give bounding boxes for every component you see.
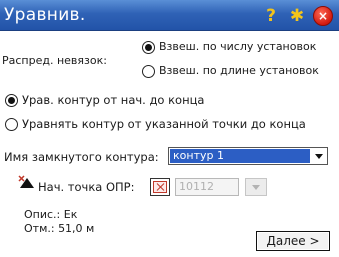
help-icon[interactable]: ? — [260, 5, 282, 27]
control-point-icon — [18, 175, 34, 188]
point-description: Опис.: Ек — [24, 208, 78, 221]
map-pick-icon — [153, 181, 167, 193]
distribution-option-count-label: Взвеш. по числу установок — [159, 40, 317, 53]
point-elevation: Отм.: 51,0 м — [24, 222, 95, 235]
star-icon[interactable]: ✱ — [286, 5, 308, 27]
loop-name-select[interactable]: контур 1 — [168, 147, 328, 165]
chevron-down-icon[interactable] — [245, 178, 267, 196]
distribution-option-length[interactable]: Взвеш. по длине установок — [142, 64, 336, 79]
distribution-label: Распред. невязок: — [2, 54, 107, 67]
pick-point-button[interactable] — [150, 178, 170, 196]
adjust-from-start-label: Урав. контур от нач. до конца — [22, 93, 205, 107]
start-point-label: Нач. точка ОПР: — [38, 180, 135, 194]
distribution-option-length-label: Взвеш. по длине установок — [159, 64, 319, 77]
radio-selected[interactable] — [142, 41, 155, 54]
adjust-from-point-label: Уравнять контур от указанной точки до ко… — [22, 117, 306, 131]
title-bar: Уравнив. ? ✱ × — [0, 0, 339, 31]
window-title: Уравнив. — [4, 5, 86, 25]
loop-name-label: Имя замкнутого контура: — [4, 150, 159, 164]
adjust-from-start-option[interactable]: Урав. контур от нач. до конца — [5, 93, 220, 108]
adjust-from-point-option[interactable]: Уравнять контур от указанной точки до ко… — [5, 117, 335, 132]
distribution-option-count[interactable]: Взвеш. по числу установок — [142, 40, 332, 55]
radio-unselected[interactable] — [5, 118, 18, 131]
radio-selected[interactable] — [5, 94, 18, 107]
radio-unselected[interactable] — [142, 65, 155, 78]
close-icon[interactable]: × — [312, 5, 334, 27]
next-button[interactable]: Далее > — [256, 231, 330, 251]
loop-name-value: контур 1 — [170, 149, 310, 163]
start-point-input[interactable]: 10112 — [175, 178, 239, 196]
chevron-down-icon[interactable] — [312, 149, 326, 163]
